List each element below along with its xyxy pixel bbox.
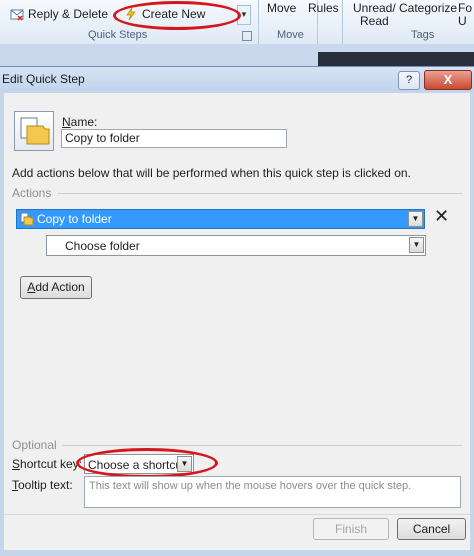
reply-delete-button[interactable]: Reply & Delete <box>10 4 108 24</box>
action-select-value: Copy to folder <box>37 212 112 226</box>
create-new-label: Create New <box>142 7 206 21</box>
tooltip-label: Tooltip text: <box>12 478 73 492</box>
copy-folder-small-icon <box>20 212 34 229</box>
unread-read-label-2: Read <box>360 14 389 28</box>
categorize-button[interactable]: Categorize <box>399 2 457 15</box>
ribbon: Reply & Delete Create New ▼ Quick Steps … <box>0 0 474 45</box>
optional-divider <box>62 445 462 446</box>
lightning-icon <box>124 7 138 21</box>
actions-heading: Actions <box>12 186 52 200</box>
follow-up-label: Fo <box>458 1 473 15</box>
tags-group-label: Tags <box>411 29 435 41</box>
tags-group: Unread/ Read Categorize Fo U Tags <box>342 0 474 44</box>
dialog-body: Name: Copy to folder Add actions below t… <box>4 93 470 550</box>
close-button[interactable]: X <box>424 70 472 90</box>
remove-action-button[interactable]: ✕ <box>434 206 450 226</box>
follow-up-button[interactable]: Fo U <box>458 2 472 28</box>
shortcut-select[interactable]: Choose a shortcut ▼ <box>84 454 194 474</box>
move-button[interactable]: Move <box>267 2 296 15</box>
create-new-button[interactable]: Create New <box>118 4 236 24</box>
add-action-button[interactable]: Add Action <box>20 276 92 299</box>
copy-folder-icon <box>20 117 50 145</box>
dialog-titlebar: Edit Quick Step ? X <box>0 67 474 91</box>
chevron-down-icon[interactable]: ▼ <box>409 237 424 253</box>
optional-heading: Optional <box>12 438 57 452</box>
choose-folder-select[interactable]: Choose folder ▼ <box>46 235 426 256</box>
name-input[interactable]: Copy to folder <box>61 129 287 148</box>
unread-read-label-1: Unread/ <box>353 1 396 15</box>
rules-button[interactable]: Rules <box>308 2 339 15</box>
choose-folder-value: Choose folder <box>65 239 140 253</box>
quick-steps-more-button[interactable]: ▼ <box>237 5 251 25</box>
quick-steps-group: Reply & Delete Create New ▼ Quick Steps <box>0 0 259 44</box>
tooltip-textarea[interactable]: This text will show up when the mouse ho… <box>84 476 461 508</box>
dialog-title: Edit Quick Step <box>2 72 85 86</box>
move-group-label: Move <box>277 29 304 41</box>
chevron-down-icon[interactable]: ▼ <box>408 211 423 227</box>
reply-delete-icon <box>10 7 24 21</box>
name-label-text: ame: <box>70 115 98 129</box>
dialog-launcher-icon[interactable] <box>242 31 252 41</box>
add-action-label: dd Action <box>35 280 85 294</box>
actions-divider <box>58 193 462 194</box>
quick-step-icon-button[interactable] <box>14 111 54 151</box>
footer-divider <box>4 514 470 515</box>
follow-up-label-2: U <box>458 14 467 28</box>
cancel-button[interactable]: Cancel <box>397 518 466 540</box>
name-label: Name: <box>62 115 98 129</box>
shortcut-key-label: Shortcut key: <box>12 457 83 471</box>
instructions-text: Add actions below that will be performed… <box>12 166 411 180</box>
reply-delete-label: Reply & Delete <box>28 7 109 21</box>
help-button[interactable]: ? <box>398 71 420 90</box>
edit-quick-step-dialog: Edit Quick Step ? X Name: Copy to folder… <box>0 66 474 556</box>
shortcut-select-value: Choose a shortcut <box>88 458 186 472</box>
quick-steps-group-label: Quick Steps <box>88 29 148 41</box>
tooltip-label-text: ooltip text: <box>18 478 73 492</box>
shortcut-key-label-text: hortcut key: <box>20 457 83 471</box>
unread-read-button[interactable]: Unread/ Read <box>353 2 396 28</box>
chevron-down-icon[interactable]: ▼ <box>177 456 192 472</box>
finish-button[interactable]: Finish <box>313 518 389 540</box>
action-select-copy-to-folder[interactable]: Copy to folder ▼ <box>16 209 425 229</box>
